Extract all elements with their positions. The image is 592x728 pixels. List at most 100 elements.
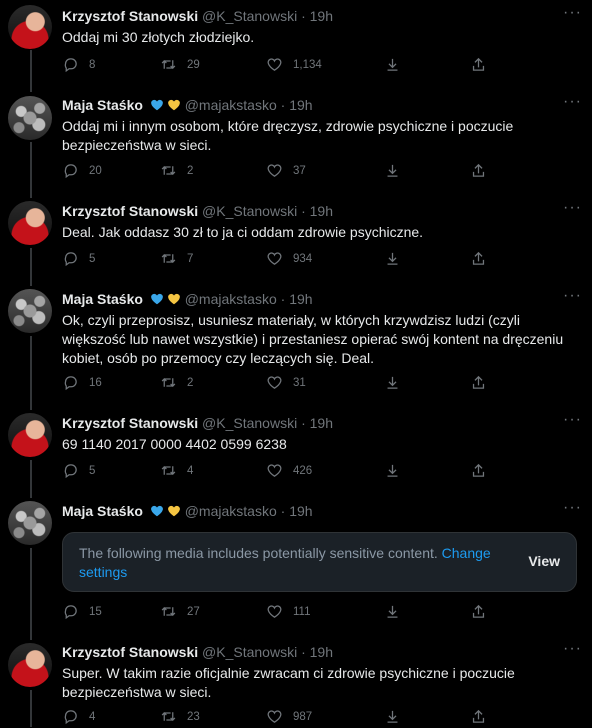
- author-handle[interactable]: @majakstasko: [185, 291, 277, 307]
- reply-button[interactable]: 4: [62, 708, 95, 725]
- author-name[interactable]: Krzysztof Stanowski: [62, 644, 198, 660]
- share-button[interactable]: [384, 374, 401, 391]
- reply-button[interactable]: 8: [62, 56, 95, 73]
- heart-icon: [267, 464, 282, 477]
- avatar[interactable]: [8, 413, 52, 457]
- timestamp[interactable]: · 19h: [281, 291, 313, 307]
- like-button[interactable]: 31: [266, 374, 306, 391]
- action-bar: 4 23 987: [62, 708, 582, 728]
- upload-icon: [472, 709, 485, 723]
- retweet-button[interactable]: 7: [160, 250, 193, 267]
- timestamp[interactable]: · 19h: [301, 415, 333, 431]
- reply-button[interactable]: 20: [62, 162, 102, 179]
- more-icon[interactable]: ···: [563, 411, 582, 429]
- timestamp[interactable]: · 19h: [281, 503, 313, 519]
- upload-button[interactable]: [470, 56, 487, 73]
- avatar[interactable]: [8, 96, 52, 140]
- avatar[interactable]: [8, 5, 52, 49]
- author-handle[interactable]: @K_Stanowski: [202, 415, 297, 431]
- share-button[interactable]: [384, 603, 401, 620]
- author-handle[interactable]: @K_Stanowski: [202, 644, 297, 660]
- author-name[interactable]: Krzysztof Stanowski: [62, 415, 198, 431]
- view-button[interactable]: View: [528, 553, 560, 569]
- retweet-button[interactable]: 2: [160, 162, 193, 179]
- like-button[interactable]: 987: [266, 708, 312, 725]
- retweet-button[interactable]: 23: [160, 708, 200, 725]
- like-button[interactable]: 934: [266, 250, 312, 267]
- yellow-heart-icon: [167, 293, 180, 305]
- action-bar: 5 7 934: [62, 250, 582, 270]
- like-count: 111: [293, 605, 311, 618]
- like-button[interactable]: 1,134: [266, 56, 322, 73]
- author-name[interactable]: Maja Staśko: [62, 97, 143, 113]
- avatar[interactable]: [8, 643, 52, 687]
- upload-button[interactable]: [470, 162, 487, 179]
- reply-count: 16: [89, 376, 102, 389]
- author-handle[interactable]: @majakstasko: [185, 503, 277, 519]
- like-button[interactable]: 111: [266, 603, 310, 620]
- like-button[interactable]: 37: [266, 162, 306, 179]
- author-handle[interactable]: @K_Stanowski: [202, 203, 297, 219]
- timestamp[interactable]: · 19h: [301, 8, 333, 24]
- share-icon: [387, 605, 398, 618]
- share-icon: [387, 464, 398, 477]
- more-icon[interactable]: ···: [563, 93, 582, 111]
- reply-icon: [64, 164, 77, 179]
- upload-button[interactable]: [470, 708, 487, 725]
- tweet-header: Krzysztof Stanowski @K_Stanowski · 19h: [62, 8, 333, 24]
- retweet-button[interactable]: 29: [160, 56, 200, 73]
- reply-button[interactable]: 5: [62, 462, 95, 479]
- yellow-heart-icon: [167, 505, 180, 517]
- author-name[interactable]: Maja Staśko: [62, 291, 143, 307]
- author-name[interactable]: Krzysztof Stanowski: [62, 8, 198, 24]
- author-handle[interactable]: @majakstasko: [185, 97, 277, 113]
- tweet-text: Deal. Jak oddasz 30 zł to ja ci oddam zd…: [62, 224, 424, 240]
- share-button[interactable]: [384, 250, 401, 267]
- reply-button[interactable]: 5: [62, 250, 95, 267]
- author-name[interactable]: Krzysztof Stanowski: [62, 203, 198, 219]
- share-button[interactable]: [384, 162, 401, 179]
- timestamp[interactable]: · 19h: [301, 644, 333, 660]
- reply-button[interactable]: 15: [62, 603, 102, 620]
- upload-button[interactable]: [470, 462, 487, 479]
- retweet-button[interactable]: 2: [160, 374, 193, 391]
- like-count: 1,134: [293, 58, 322, 71]
- avatar[interactable]: [8, 501, 52, 545]
- upload-button[interactable]: [470, 250, 487, 267]
- reply-icon: [64, 710, 77, 725]
- thread-line: [30, 548, 32, 640]
- timestamp[interactable]: · 19h: [281, 97, 313, 113]
- retweet-button[interactable]: 4: [160, 462, 193, 479]
- avatar[interactable]: [8, 201, 52, 245]
- tweet-header: Krzysztof Stanowski @K_Stanowski · 19h: [62, 203, 333, 219]
- retweet-count: 27: [187, 605, 200, 618]
- more-icon[interactable]: ···: [563, 4, 582, 22]
- author-name[interactable]: Maja Staśko: [62, 503, 143, 519]
- share-button[interactable]: [384, 56, 401, 73]
- thread-line: [30, 50, 32, 92]
- heart-icon: [267, 58, 282, 71]
- more-icon[interactable]: ···: [563, 640, 582, 658]
- upload-button[interactable]: [470, 374, 487, 391]
- tweet-text: Oddaj mi 30 złotych złodziejko.: [62, 29, 255, 45]
- upload-icon: [472, 375, 485, 389]
- more-icon[interactable]: ···: [563, 499, 582, 517]
- more-icon[interactable]: ···: [563, 287, 582, 305]
- share-button[interactable]: [384, 462, 401, 479]
- retweet-button[interactable]: 27: [160, 603, 200, 620]
- reply-button[interactable]: 16: [62, 374, 102, 391]
- reply-icon: [64, 376, 77, 391]
- avatar[interactable]: [8, 289, 52, 333]
- share-button[interactable]: [384, 708, 401, 725]
- timestamp[interactable]: · 19h: [301, 203, 333, 219]
- upload-button[interactable]: [470, 603, 487, 620]
- share-icon: [387, 376, 398, 389]
- thread-line: [30, 248, 32, 286]
- more-icon[interactable]: ···: [563, 199, 582, 217]
- author-handle[interactable]: @K_Stanowski: [202, 8, 297, 24]
- like-button[interactable]: 426: [266, 462, 312, 479]
- thread-line: [30, 336, 32, 410]
- tweet-header: Krzysztof Stanowski @K_Stanowski · 19h: [62, 644, 333, 660]
- like-count: 37: [293, 164, 306, 177]
- retweet-icon: [161, 607, 176, 616]
